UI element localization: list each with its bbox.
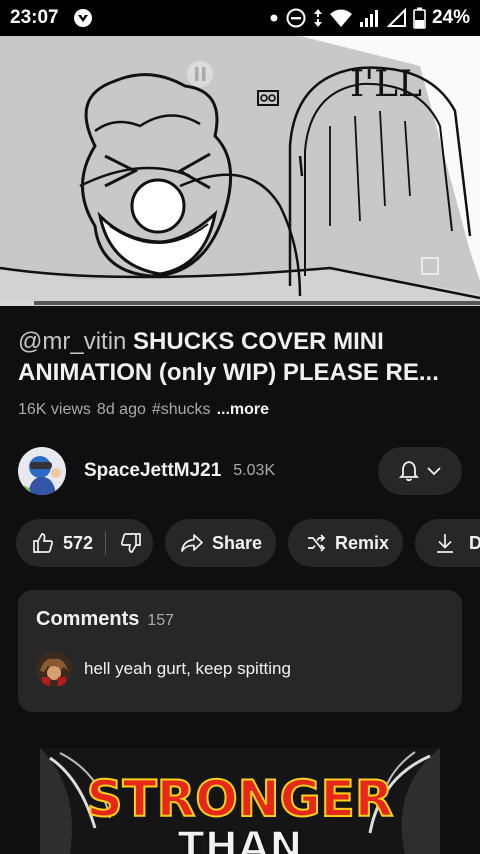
video-player[interactable]: I'LL [0,36,480,306]
signal-icon [359,10,378,27]
video-meta[interactable]: 16K views 8d ago #shucks ...more [18,401,269,419]
download-icon [437,534,453,553]
thumbs-down-icon[interactable] [120,532,142,554]
next-video-thumbnail[interactable]: STRONGER THAN [40,748,440,854]
top-comment-text: hell yeah gurt, keep spitting [84,659,291,678]
like-separator [105,531,107,555]
comments-count: 157 [147,612,175,629]
share-button[interactable]: Share [165,519,276,567]
more-link[interactable]: ...more [217,401,269,419]
shield-app-icon [73,9,92,27]
commenter-avatar [36,651,72,687]
video-caption-text: I'LL [350,64,422,105]
status-time: 23:07 [10,7,59,28]
bell-icon [399,461,419,482]
remix-label: Remix [335,532,390,553]
title-handle[interactable]: @mr_vitin [18,328,126,355]
battery-percent: 24% [431,7,470,28]
thumbnail-title-2: THAN [177,824,302,854]
comments-card[interactable]: Comments 157 hell yeah gurt, keep spitti… [18,590,462,712]
signal-outline-icon [386,8,406,27]
battery-icon [413,7,426,29]
hashtag-link[interactable]: #shucks [152,401,211,419]
video-progress-fill [0,301,34,305]
view-count: 16K views [18,401,91,418]
notification-bell-button[interactable] [378,447,462,495]
remix-icon [308,534,326,552]
comments-header: Comments 157 [36,608,444,631]
channel-row: SpaceJettMJ21 5.03K [18,446,462,496]
dot-icon [270,14,278,22]
data-arrows-icon [313,9,322,27]
remix-button[interactable]: Remix [288,519,403,567]
download-label: Download [469,532,480,553]
thumbs-up-icon[interactable] [32,532,54,554]
status-bar: 23:07 24% [0,0,480,36]
channel-name[interactable]: SpaceJettMJ21 [84,460,221,482]
subscriber-count: 5.03K [233,462,276,479]
like-count[interactable]: 572 [63,533,93,554]
video-progress-bar[interactable] [0,301,480,305]
action-bar: 572 Share Remix Download [16,519,480,567]
thumbnail-title-1: STRONGER [87,770,394,828]
video-title[interactable]: @mr_vitin SHUCKS COVER MINI ANIMATION (o… [18,326,468,388]
do-not-disturb-icon [286,8,306,28]
channel-avatar[interactable] [18,447,66,495]
top-comment: hell yeah gurt, keep spitting [36,651,444,687]
share-icon [181,534,203,552]
video-frame: I'LL [0,36,480,306]
thumbnail-art: STRONGER THAN [40,748,440,854]
chevron-down-icon [427,467,441,476]
download-button[interactable]: Download [415,519,480,567]
upload-age: 8d ago [96,401,146,418]
share-label: Share [212,532,263,553]
wifi-icon [329,9,352,27]
like-dislike-pill: 572 [16,519,153,567]
comments-title: Comments [36,608,140,630]
